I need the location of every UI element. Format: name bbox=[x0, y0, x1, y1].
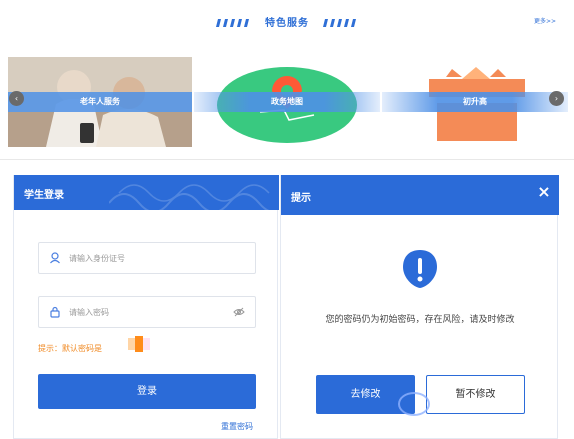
chevron-left-icon: ‹ bbox=[14, 94, 19, 103]
chevron-right-icon: › bbox=[554, 94, 559, 103]
reset-password-link[interactable]: 重置密码 bbox=[221, 421, 253, 432]
services-header: 特色服务 bbox=[0, 14, 574, 30]
warning-icon bbox=[403, 250, 437, 288]
prompt-dialog: 提示 × 您的密码仍为初始密码，存在风险，请及时修改 去修改 暂不修改 bbox=[280, 175, 559, 439]
password-placeholder: 请输入密码 bbox=[69, 308, 109, 317]
service-card-label-high-school: 初升高 bbox=[382, 92, 568, 112]
login-button[interactable]: 登录 bbox=[38, 374, 256, 409]
id-number-placeholder: 请输入身份证号 bbox=[69, 254, 125, 263]
student-login-panel: 学生登录 请输入身份证号 请输入密码 提示：默认密码是 登录 重置密码 bbox=[13, 175, 279, 439]
login-header: 学生登录 bbox=[14, 175, 279, 210]
page: 特色服务 更多>> ‹ › 老年人服务 政务地图 初升高 学生登录 请输入身份证… bbox=[0, 0, 574, 439]
carousel-prev-button[interactable]: ‹ bbox=[9, 91, 24, 106]
services-title: 特色服务 bbox=[265, 18, 309, 29]
close-button[interactable]: × bbox=[537, 182, 551, 201]
more-services-link[interactable]: 更多>> bbox=[534, 16, 556, 25]
service-card-map[interactable]: 政务地图 bbox=[194, 57, 380, 147]
password-field[interactable]: 请输入密码 bbox=[38, 296, 256, 328]
right-stripe-decoration bbox=[322, 19, 358, 27]
service-card-label-map: 政务地图 bbox=[194, 92, 380, 112]
skip-change-button[interactable]: 暂不修改 bbox=[426, 375, 525, 414]
service-card-high-school[interactable]: 初升高 bbox=[382, 57, 568, 147]
user-icon bbox=[50, 252, 60, 264]
left-stripe-decoration bbox=[215, 19, 252, 27]
cloud-pattern-decoration bbox=[109, 184, 279, 210]
watermark-logo bbox=[398, 392, 430, 416]
dialog-title: 提示 bbox=[291, 193, 311, 204]
dialog-header: 提示 × bbox=[281, 175, 559, 215]
service-card-label-elderly: 老年人服务 bbox=[8, 92, 192, 112]
login-title: 学生登录 bbox=[24, 190, 64, 201]
featured-services-panel: 特色服务 更多>> ‹ › 老年人服务 政务地图 初升高 bbox=[0, 0, 574, 160]
lock-icon bbox=[50, 306, 60, 318]
password-risk-message: 您的密码仍为初始密码，存在风险，请及时修改 bbox=[325, 315, 515, 325]
id-number-field[interactable]: 请输入身份证号 bbox=[38, 242, 256, 274]
eye-slash-icon[interactable] bbox=[233, 307, 245, 317]
default-password-hint: 提示：默认密码是 bbox=[38, 344, 102, 353]
service-card-elderly[interactable]: 老年人服务 bbox=[8, 57, 192, 147]
close-icon: × bbox=[537, 182, 551, 201]
masked-password-image bbox=[128, 336, 150, 352]
carousel-next-button[interactable]: › bbox=[549, 91, 564, 106]
